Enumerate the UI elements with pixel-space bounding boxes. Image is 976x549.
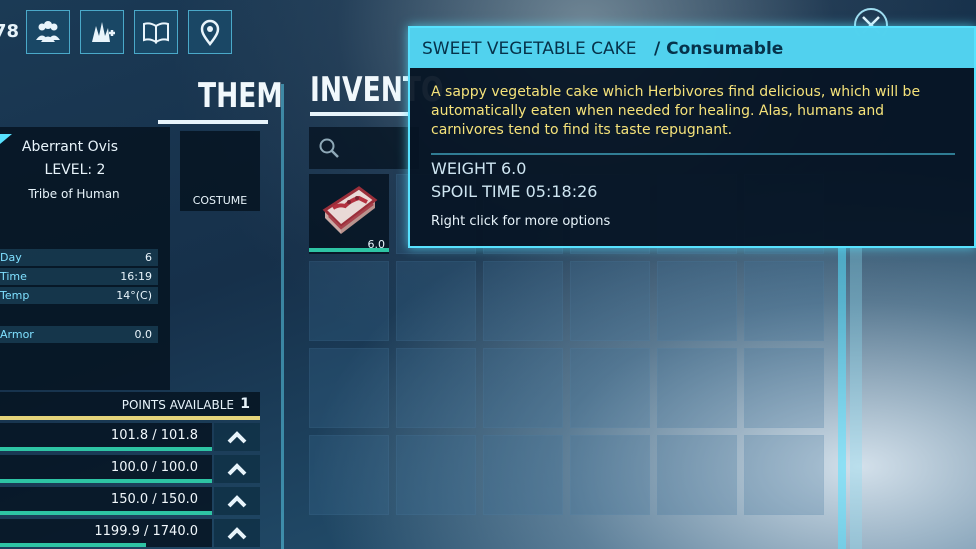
inventory-slot[interactable] xyxy=(483,435,563,515)
costume-label: COSTUME xyxy=(192,194,248,207)
inventory-slot[interactable] xyxy=(744,348,824,428)
creature-level: LEVEL: 2 xyxy=(44,162,106,178)
stat-bar-value: 101.8 / 101.8 xyxy=(110,428,198,443)
engram-button[interactable] xyxy=(134,10,178,54)
inventory-title-underline xyxy=(310,112,410,116)
creature-info-panel: Aberrant Ovis LEVEL: 2 Tribe of Human Da… xyxy=(0,127,170,390)
chevron-up-icon xyxy=(227,431,247,444)
stat-bar-food: 1199.9 / 1740.0 xyxy=(0,519,212,547)
points-available-label: POINTS AVAILABLE xyxy=(121,398,234,412)
inventory-slot[interactable] xyxy=(396,348,476,428)
stat-row-day: Day 6 xyxy=(0,249,158,266)
right-panel-edge xyxy=(838,248,846,549)
tooltip-hint: Right click for more options xyxy=(431,214,611,229)
stat-bar-fill xyxy=(0,447,212,451)
creature-name: Aberrant Ovis xyxy=(21,139,119,155)
inventory-slot[interactable] xyxy=(744,435,824,515)
inventory-slot[interactable] xyxy=(396,261,476,341)
level-up-button[interactable] xyxy=(214,455,260,483)
inventory-slot[interactable] xyxy=(483,261,563,341)
inventory-slot[interactable] xyxy=(309,435,389,515)
inventory-slot-sweet-vegetable-cake[interactable]: 6.0 xyxy=(309,174,389,254)
level-up-button[interactable] xyxy=(214,519,260,547)
tooltip-description: A sappy vegetable cake which Herbivores … xyxy=(431,84,921,138)
inventory-search-input[interactable] xyxy=(309,127,419,169)
right-panel-edge-inner xyxy=(850,248,862,549)
item-durability-bar xyxy=(309,248,389,252)
level-up-button[interactable] xyxy=(214,423,260,451)
points-available-value: 1 xyxy=(240,396,250,412)
inventory-slot[interactable] xyxy=(309,348,389,428)
tribe-icon xyxy=(36,21,60,42)
stat-value: 6 xyxy=(145,251,152,264)
inventory-slot[interactable] xyxy=(309,261,389,341)
stat-row-time: Time 16:19 xyxy=(0,268,158,285)
tooltip-header: SWEET VEGETABLE CAKE / Consumable xyxy=(410,28,974,68)
inventory-slot[interactable] xyxy=(483,348,563,428)
creature-tribe: Tribe of Human xyxy=(28,187,120,201)
tooltip-weight: WEIGHT 6.0 xyxy=(431,159,527,178)
chevron-up-icon xyxy=(227,495,247,508)
stat-value: 14°(C) xyxy=(116,289,152,302)
stat-label: Armor xyxy=(0,328,34,341)
stat-bar-oxygen: 150.0 / 150.0 xyxy=(0,487,212,515)
stat-value: 16:19 xyxy=(120,270,152,283)
tooltip-item-type: / Consumable xyxy=(654,39,784,59)
cake-slice-icon xyxy=(322,186,378,234)
stat-bar-health: 101.8 / 101.8 xyxy=(0,423,212,451)
stat-label: Day xyxy=(0,251,22,264)
points-underline xyxy=(0,416,260,420)
stat-bar-stamina: 100.0 / 100.0 xyxy=(0,455,212,483)
stat-value: 0.0 xyxy=(134,328,153,341)
tooltip-spoil-time: SPOIL TIME 05:18:26 xyxy=(431,182,598,201)
inventory-slot[interactable] xyxy=(570,348,650,428)
level-counter-partial: 78 xyxy=(0,21,20,42)
stat-bar-fill xyxy=(0,543,147,547)
costume-slot[interactable]: COSTUME xyxy=(180,131,260,211)
item-tooltip: SWEET VEGETABLE CAKE / Consumable A sapp… xyxy=(408,26,976,248)
stat-bar-value: 150.0 / 150.0 xyxy=(110,492,198,507)
dino-button[interactable] xyxy=(80,10,124,54)
inventory-slot[interactable] xyxy=(657,348,737,428)
stat-row-armor: Armor 0.0 xyxy=(0,326,158,343)
inventory-slot[interactable] xyxy=(570,261,650,341)
tooltip-divider xyxy=(431,153,955,155)
dino-icon xyxy=(92,22,115,42)
them-title-underline xyxy=(158,120,268,124)
stat-bar-fill xyxy=(0,479,212,483)
stat-label: Temp xyxy=(0,289,30,302)
chevron-up-icon xyxy=(227,527,247,540)
inventory-slot[interactable] xyxy=(657,261,737,341)
inventory-slot[interactable] xyxy=(396,435,476,515)
inventory-slot[interactable] xyxy=(657,435,737,515)
tooltip-item-name: SWEET VEGETABLE CAKE xyxy=(422,39,637,59)
engram-icon xyxy=(143,22,169,44)
stat-bar-fill xyxy=(0,511,212,515)
stat-label: Time xyxy=(0,270,27,283)
stat-bar-value: 1199.9 / 1740.0 xyxy=(94,524,198,539)
search-icon xyxy=(319,138,339,158)
stat-row-temp: Temp 14°(C) xyxy=(0,287,158,304)
inventory-slot[interactable] xyxy=(570,435,650,515)
stat-bar-value: 100.0 / 100.0 xyxy=(110,460,198,475)
map-button[interactable] xyxy=(188,10,232,54)
map-marker-icon xyxy=(200,19,220,46)
panel-divider xyxy=(281,84,284,549)
inventory-slot[interactable] xyxy=(744,261,824,341)
tribe-button[interactable] xyxy=(26,10,70,54)
level-up-button[interactable] xyxy=(214,487,260,515)
chevron-up-icon xyxy=(227,463,247,476)
points-available-bar: POINTS AVAILABLE 1 xyxy=(0,392,260,420)
them-section-title: THEM xyxy=(198,76,283,116)
